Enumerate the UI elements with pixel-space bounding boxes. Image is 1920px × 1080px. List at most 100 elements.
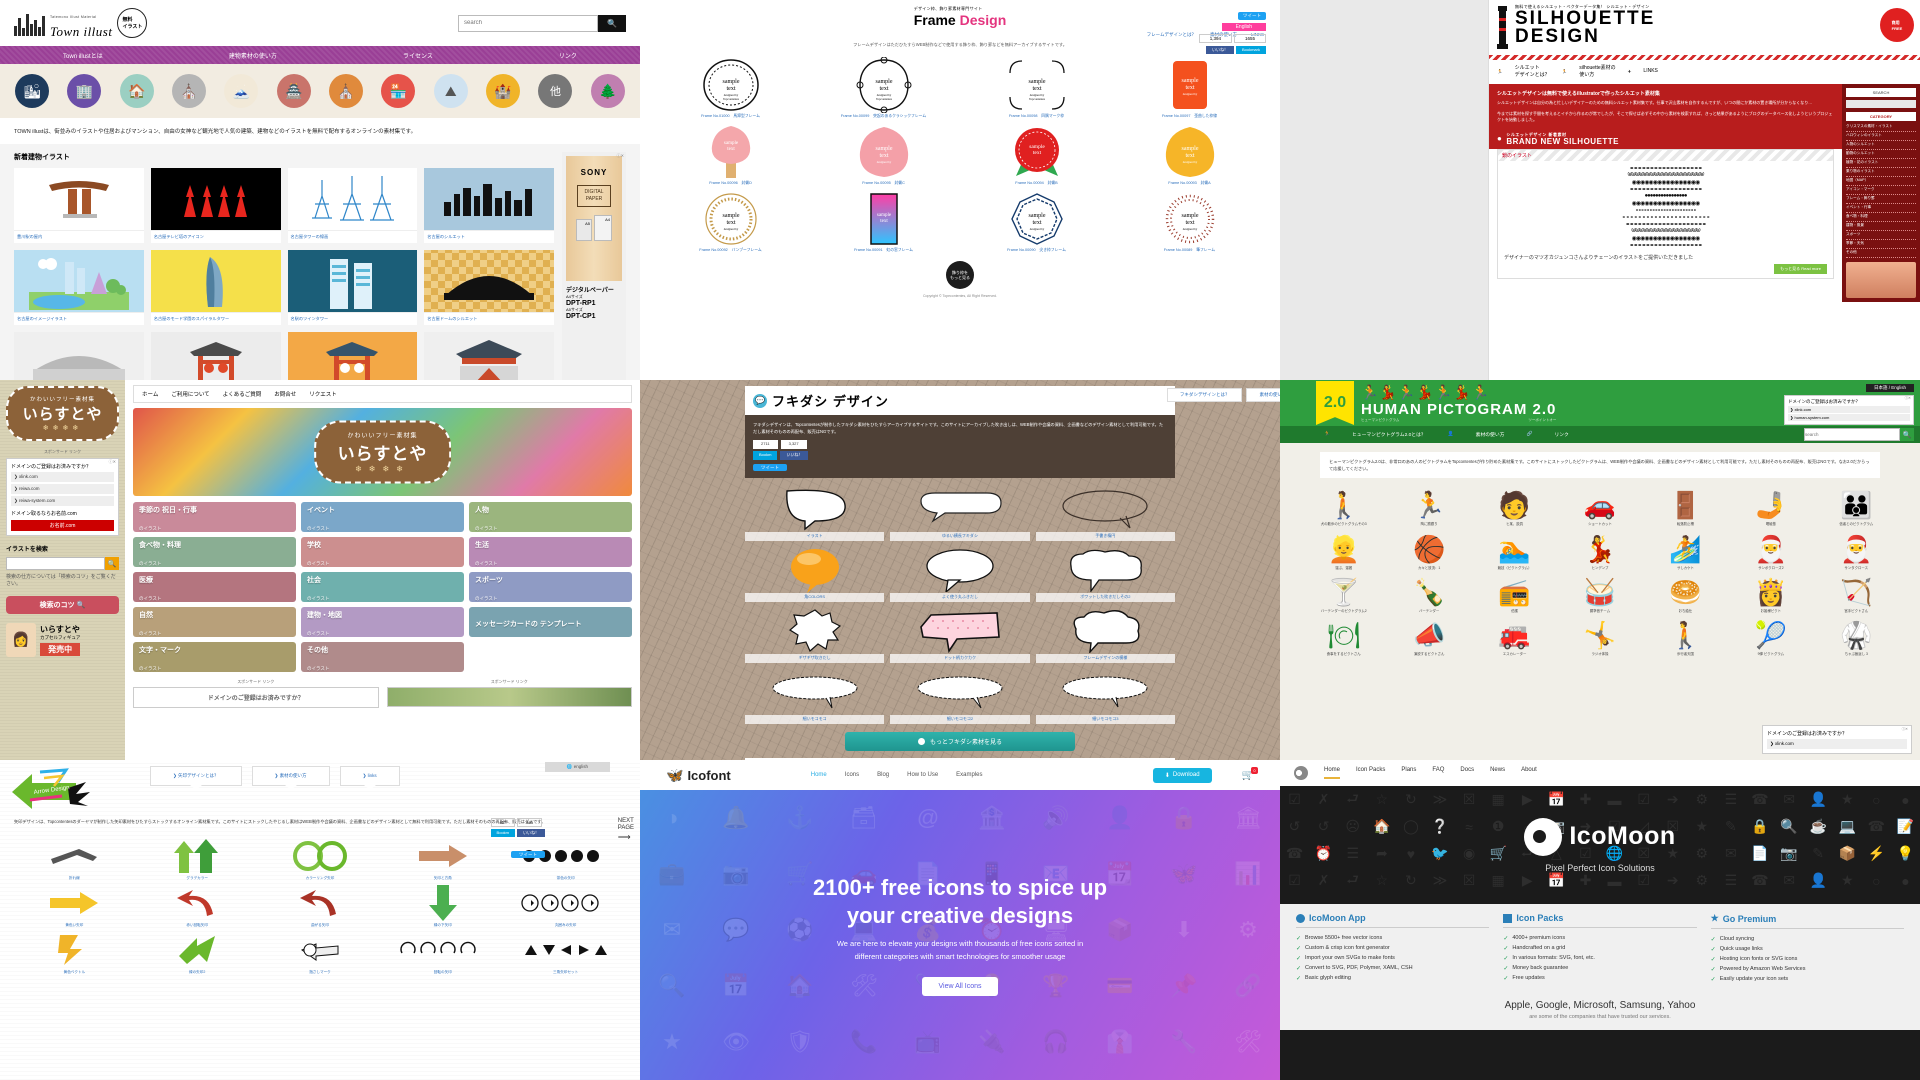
category-button[interactable]: スポーツ のイラスト [469, 572, 632, 602]
nav-item[interactable]: ホーム [142, 390, 158, 398]
pictogram-label[interactable]: 転落防止柵 [1644, 522, 1727, 526]
pictogram-label[interactable]: お姫様ピクト [1729, 609, 1812, 613]
arrow-label[interactable]: カラーリング矢印 [260, 876, 381, 881]
sidebar-category[interactable]: クリスマスの素材・イラスト [1846, 123, 1916, 132]
chain-row[interactable]: ◉◉◉◉◉◉◉◉◉◉◉◉◉◉◉◉ [1504, 200, 1827, 207]
icomoon-menu[interactable]: Home Icon Packs Plans FAQ Docs News Abou… [1324, 767, 1537, 779]
arrow-item[interactable]: 矢印と方角 [382, 836, 503, 881]
pictogram-item[interactable]: 🚶 犬の散歩のピクトグラムその3 [1302, 487, 1385, 526]
chain-row[interactable]: ◉◉◉◉◉◉◉◉◉◉◉◉◉◉◉◉ [1504, 179, 1827, 186]
pictogram-label[interactable]: 競技（ピクトグラム） [1473, 566, 1556, 570]
sidebar-category[interactable]: アイコン・マーク [1846, 186, 1916, 195]
category-button[interactable]: メッセージカードの テンプレート [469, 607, 632, 637]
bubble-label[interactable]: よく使う丸ふきだし [890, 592, 1030, 602]
illust-card[interactable]: 名古屋のシルエット [424, 168, 554, 243]
sidebar-category[interactable]: 人物のシルエット [1846, 141, 1916, 150]
frame-social-buttons[interactable]: いいね！ Bookmark [1205, 46, 1266, 54]
pictogram-label[interactable]: 9弾 ピクトグラム [1729, 652, 1812, 656]
bookmark-button[interactable]: Bookmark [1235, 46, 1266, 54]
frame-item[interactable]: sample text Frame No.00091 虹の窓フレーム [809, 190, 958, 253]
frame-item[interactable]: sample text designed by Frame No.00093 封… [1115, 123, 1264, 186]
tweet-button[interactable]: ツイート [1238, 12, 1266, 20]
bubble-label[interactable]: 細いモコモコ [745, 714, 885, 724]
arrow-item[interactable]: グラデカラー [137, 836, 258, 881]
chain-row[interactable]: ●●●●●●●●●●●●●●●● [1504, 193, 1827, 200]
pictogram-item[interactable]: 🎅 サンボクローズ2 [1729, 531, 1812, 570]
menu-item-news[interactable]: News [1490, 767, 1505, 779]
frame-item[interactable]: sample text Frame No.00096 封蝋D [656, 123, 805, 186]
pictogram-label[interactable]: サンボクローズ2 [1729, 566, 1812, 570]
chain-row[interactable]: ⚭⚭⚭⚭⚭⚭⚭⚭⚭⚭⚭⚭⚭⚭⚭⚭⚭⚭ [1504, 186, 1827, 193]
sponsor-ad[interactable]: ドメインのご登録はお済みですか？ [133, 687, 379, 708]
bookmark-button[interactable]: Bookm [490, 829, 515, 837]
nav-item[interactable]: リクエスト [309, 390, 337, 398]
bookmark-button[interactable]: Bookm [753, 451, 778, 460]
menu-item-icon-packs[interactable]: Icon Packs [1356, 767, 1385, 779]
pictogram-label[interactable]: サしカケト [1644, 566, 1727, 570]
pictogram-item[interactable]: 🏃 陶に躓躓り [1387, 487, 1470, 526]
pictogram-item[interactable]: 🎾 9弾 ピクトグラム [1729, 617, 1812, 656]
pictogram-item[interactable]: 🏀 カキと放流：1 [1387, 531, 1470, 570]
ad-close-icon[interactable]: ⓘ✕ [1902, 727, 1908, 732]
search-icon[interactable]: 🔍 [105, 557, 119, 570]
pictogram-item[interactable]: 🥯 おち給仕 [1644, 574, 1727, 613]
menu-item-faq[interactable]: FAQ [1432, 767, 1444, 779]
category-button[interactable]: 社会 のイラスト [301, 572, 464, 602]
arrow-item[interactable]: 三角矢印セット [505, 930, 626, 975]
sidebar-category[interactable]: その他 [1846, 249, 1916, 258]
tab-usage[interactable]: ❯ 素材の使い方 [251, 766, 330, 786]
bubble-label[interactable]: ゆるい横長フキダシ [890, 531, 1030, 541]
frame-item[interactable]: sample text designed by Topcontentes Fra… [962, 56, 1111, 119]
menu-item-home[interactable]: Home [1324, 767, 1341, 779]
frame-item[interactable]: sample text designed by Topcontentes Fra… [809, 56, 958, 119]
like-button[interactable]: いいね！ [780, 451, 809, 460]
frame-label[interactable]: Frame No.00092 バンブーフレーム [656, 248, 805, 253]
pictogram-label[interactable]: ヒ某、飲具 [1473, 522, 1556, 526]
bubble-label[interactable]: 手書き楕円 [1035, 531, 1175, 541]
arrow-item[interactable]: 緑の下矢印 [382, 883, 503, 928]
bubble-item[interactable]: ゆるい横長フキダシ [890, 486, 1030, 541]
bubble-label[interactable]: 細いモコモコ2 [890, 714, 1030, 724]
fukidashi-tabs[interactable]: フキダシデザインとは？ 素材の使い方 Links [1166, 388, 1280, 402]
arrow-label[interactable]: グラデカラー [137, 876, 258, 881]
bubble-item[interactable]: フレームデザインの模様 [1035, 608, 1175, 663]
pictogram-label[interactable]: カキと放流：1 [1387, 566, 1470, 570]
arrow-item[interactable]: 回転の矢印 [382, 930, 503, 975]
pictogram-item[interactable]: 🥁 胴撃音チーム [1558, 574, 1641, 613]
nav-item[interactable]: お問合せ [274, 390, 296, 398]
frame-label[interactable]: Frame No.00095 封蝋C [809, 181, 958, 186]
pictogram-label[interactable]: 胴撃音チーム [1558, 609, 1641, 613]
mountain-icon[interactable]: ⛰ [433, 74, 468, 108]
domain-ad[interactable]: ⓘ✕ ドメインのご登録はお済みですか？ ❯ xlink.com ❯ reiwa.… [6, 458, 119, 536]
arrow-label[interactable]: 黄色い矢印 [14, 923, 135, 928]
hp-topbar[interactable]: 日本語 / English ⓘ✕ ドメインのご登録はお済みですか？ ❯ xlin… [1784, 384, 1914, 441]
ad-close-icon[interactable]: ⓘ✕ [617, 153, 624, 159]
nav-item[interactable]: リンク [559, 51, 577, 60]
arrow-label[interactable]: 緑の矢印2 [137, 970, 258, 975]
pictogram-item[interactable]: 🚪 転落防止柵 [1644, 487, 1727, 526]
tab-about[interactable]: ❯ 矢印デザインとは？ [150, 766, 242, 786]
category-button[interactable]: 学校 のイラスト [301, 537, 464, 567]
fukidashi-logo[interactable]: フキダシ デザイン [772, 391, 889, 410]
menu-item-home[interactable]: Home [811, 772, 827, 778]
pictogram-label[interactable]: 犬の散歩のピクトグラムその3 [1302, 522, 1385, 526]
chain-row[interactable]: ⦾⦾⦾⦾⦾⦾⦾⦾⦾⦾⦾⦾⦾⦾⦾⦾⦾⦾⦾⦾ [1504, 172, 1827, 179]
frame-label[interactable]: Frame No.00093 封蝋A [1115, 181, 1264, 186]
tree-icon[interactable]: 🌲 [590, 74, 625, 108]
frame-nav[interactable]: フレームデザインとは？ 素材の使い方 LINKS [640, 28, 1280, 38]
pictogram-label[interactable]: サンタクロース [1815, 566, 1898, 570]
arrow-item[interactable]: 緑の矢印2 [137, 930, 258, 975]
next-page-link[interactable]: NEXT PAGE ⟶ [618, 818, 634, 844]
arrow-logo[interactable]: Arrow Design [10, 766, 90, 809]
arrow-item[interactable]: 指さしマーク [260, 930, 381, 975]
bubble-item[interactable]: 細いモコモコ3 [1035, 669, 1175, 724]
illust-card[interactable]: 名古屋城・本丸御殿 [424, 332, 554, 380]
arrow-label[interactable]: 赤い回転矢印 [137, 923, 258, 928]
hp-logo[interactable]: 🏃💃🏃💃🏃💃🏃 HUMAN PICTOGRAM 2.0 ヒューマンピクトグラム … [1361, 384, 1556, 423]
arrow-label[interactable]: 矢印と方角 [382, 876, 503, 881]
pictogram-label[interactable]: 食事をするピクトさん [1302, 652, 1385, 656]
search-input[interactable] [1804, 428, 1900, 441]
silhouette-nav[interactable]: 🏃 シルエット デザインとは？ 🏃 silhouette素材の 使い方 ✈ LINK… [1489, 60, 1920, 84]
frame-item[interactable]: sample text Frame No.00094 封蝋B [962, 123, 1111, 186]
category-button[interactable]: 季節の 祝日・行事 のイラスト [133, 502, 296, 532]
